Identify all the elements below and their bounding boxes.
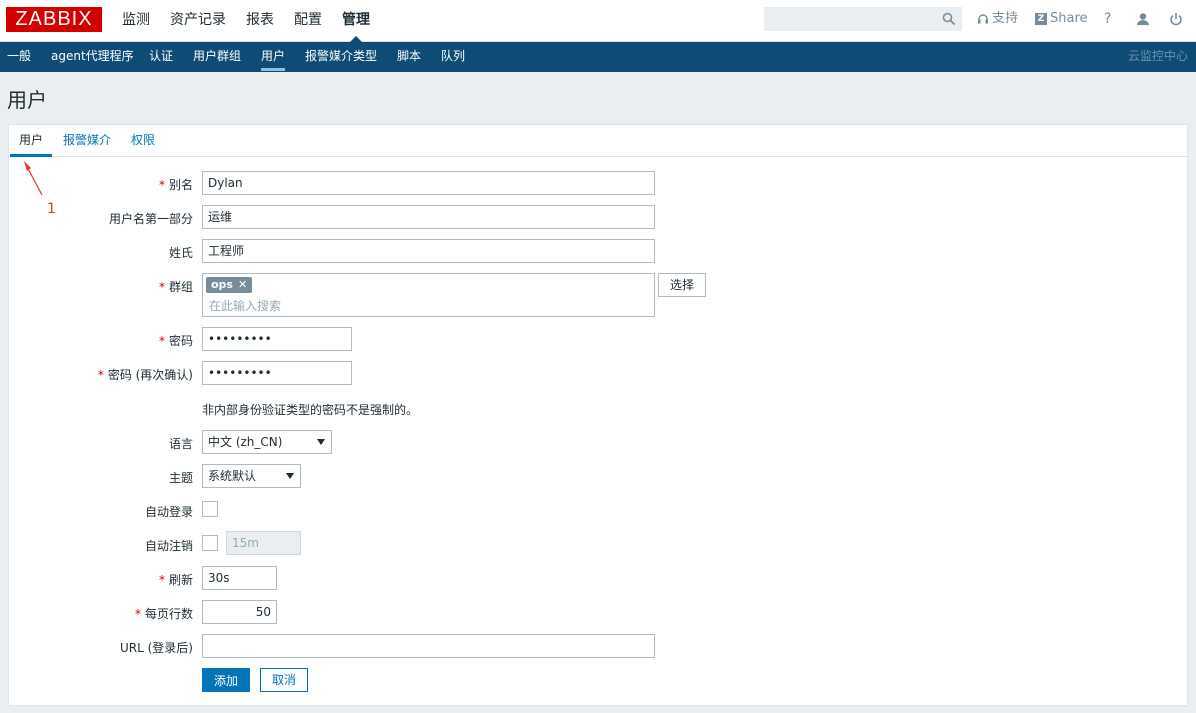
groups-label: * 群组 <box>158 280 193 294</box>
mainnav-configuration[interactable]: 配置 <box>284 0 332 42</box>
support-link[interactable]: 支持 <box>977 0 1018 38</box>
remove-chip-icon[interactable]: ✕ <box>238 278 247 291</box>
autologout-label: 自动注销 <box>144 539 193 553</box>
subnav-user-groups[interactable]: 用户群组 <box>193 42 241 71</box>
subnav-queue[interactable]: 队列 <box>441 42 465 71</box>
support-label: 支持 <box>992 11 1019 26</box>
url-label: URL (登录后) <box>120 641 193 655</box>
autologin-label: 自动登录 <box>144 505 193 519</box>
tab-permissions[interactable]: 权限 <box>131 125 155 155</box>
select-groups-button[interactable]: 选择 <box>658 273 706 297</box>
page-title: 用户 <box>7 88 47 112</box>
sub-nav: 一般 agent代理程序 认证 用户群组 用户 报警媒介类型 脚本 队列 云监控… <box>0 42 1196 72</box>
add-button[interactable]: 添加 <box>202 668 250 692</box>
surname-label: 姓氏 <box>168 246 193 260</box>
surname-field[interactable]: 工程师 <box>202 239 655 263</box>
form-tabs: 用户 报警媒介 权限 <box>9 125 1187 157</box>
autologout-field: 15m <box>226 531 301 555</box>
share-link[interactable]: Z Share <box>1035 0 1088 38</box>
password-confirm-field[interactable]: ••••••••• <box>202 361 352 385</box>
password-confirm-label: * 密码 (再次确认) <box>97 368 193 382</box>
power-icon <box>1170 13 1182 26</box>
autologin-checkbox[interactable] <box>202 501 218 517</box>
share-label: Share <box>1050 11 1088 26</box>
language-value: 中文 (zh_CN) <box>208 435 283 449</box>
password-label: * 密码 <box>158 334 193 348</box>
subnav-scripts[interactable]: 脚本 <box>397 42 421 71</box>
theme-label: 主题 <box>168 471 193 485</box>
name-label: 用户名第一部分 <box>108 212 193 226</box>
password-note: 非内部身份验证类型的密码不是强制的。 <box>202 403 419 417</box>
user-icon <box>1137 13 1149 25</box>
autologout-checkbox[interactable] <box>202 535 218 551</box>
top-bar: ZABBIX 监测 资产记录 报表 配置 管理 支持 Z Share ? <box>0 0 1196 43</box>
subnav-authentication[interactable]: 认证 <box>149 42 173 71</box>
help-button[interactable]: ? <box>1104 0 1111 38</box>
share-z-icon: Z <box>1035 13 1047 25</box>
server-name: 云监控中心 <box>1127 49 1188 63</box>
search-icon[interactable] <box>942 12 956 26</box>
language-select[interactable]: 中文 (zh_CN) <box>202 430 332 454</box>
cancel-button[interactable]: 取消 <box>260 668 308 692</box>
name-field[interactable]: 运维 <box>202 205 655 229</box>
profile-button[interactable] <box>1136 0 1150 38</box>
subnav-media-types[interactable]: 报警媒介类型 <box>305 42 377 71</box>
dropdown-arrow-icon <box>286 473 294 479</box>
subnav-proxies[interactable]: agent代理程序 <box>51 42 134 71</box>
language-label: 语言 <box>168 437 193 451</box>
rows-per-page-field[interactable]: 50 <box>202 600 277 624</box>
groups-search-placeholder[interactable]: 在此输入搜索 <box>209 297 281 314</box>
password-field[interactable]: ••••••••• <box>202 327 352 351</box>
subnav-users[interactable]: 用户 <box>261 42 286 71</box>
zabbix-logo[interactable]: ZABBIX <box>6 7 102 32</box>
group-chip-ops: ops ✕ <box>206 277 253 293</box>
tab-user[interactable]: 用户 <box>9 125 53 157</box>
subnav-general[interactable]: 一般 <box>7 42 31 71</box>
theme-select[interactable]: 系统默认 <box>202 464 301 488</box>
alias-field[interactable]: Dylan <box>202 171 655 195</box>
dropdown-arrow-icon <box>317 439 325 445</box>
theme-value: 系统默认 <box>208 469 257 483</box>
refresh-label: * 刷新 <box>158 573 193 587</box>
search-input[interactable] <box>764 7 962 31</box>
alias-label: * 别名 <box>158 178 193 192</box>
url-field[interactable] <box>202 634 655 658</box>
refresh-field[interactable]: 30s <box>202 566 277 590</box>
user-form-panel: 用户 报警媒介 权限 1 * 别名 Dylan 用户名第一部分 运维 姓氏 工程师… <box>8 124 1188 706</box>
headset-icon <box>978 14 988 24</box>
mainnav-inventory[interactable]: 资产记录 <box>160 0 236 42</box>
mainnav-monitoring[interactable]: 监测 <box>112 0 160 42</box>
tab-media[interactable]: 报警媒介 <box>63 125 111 155</box>
mainnav-administration[interactable]: 管理 <box>332 0 380 43</box>
mainnav-reports[interactable]: 报表 <box>236 0 284 42</box>
main-nav: 监测 资产记录 报表 配置 管理 <box>112 0 380 43</box>
rows-per-page-label: * 每页行数 <box>134 607 193 621</box>
logout-button[interactable] <box>1169 0 1183 38</box>
groups-multiselect[interactable]: ops ✕ 在此输入搜索 <box>202 273 655 317</box>
